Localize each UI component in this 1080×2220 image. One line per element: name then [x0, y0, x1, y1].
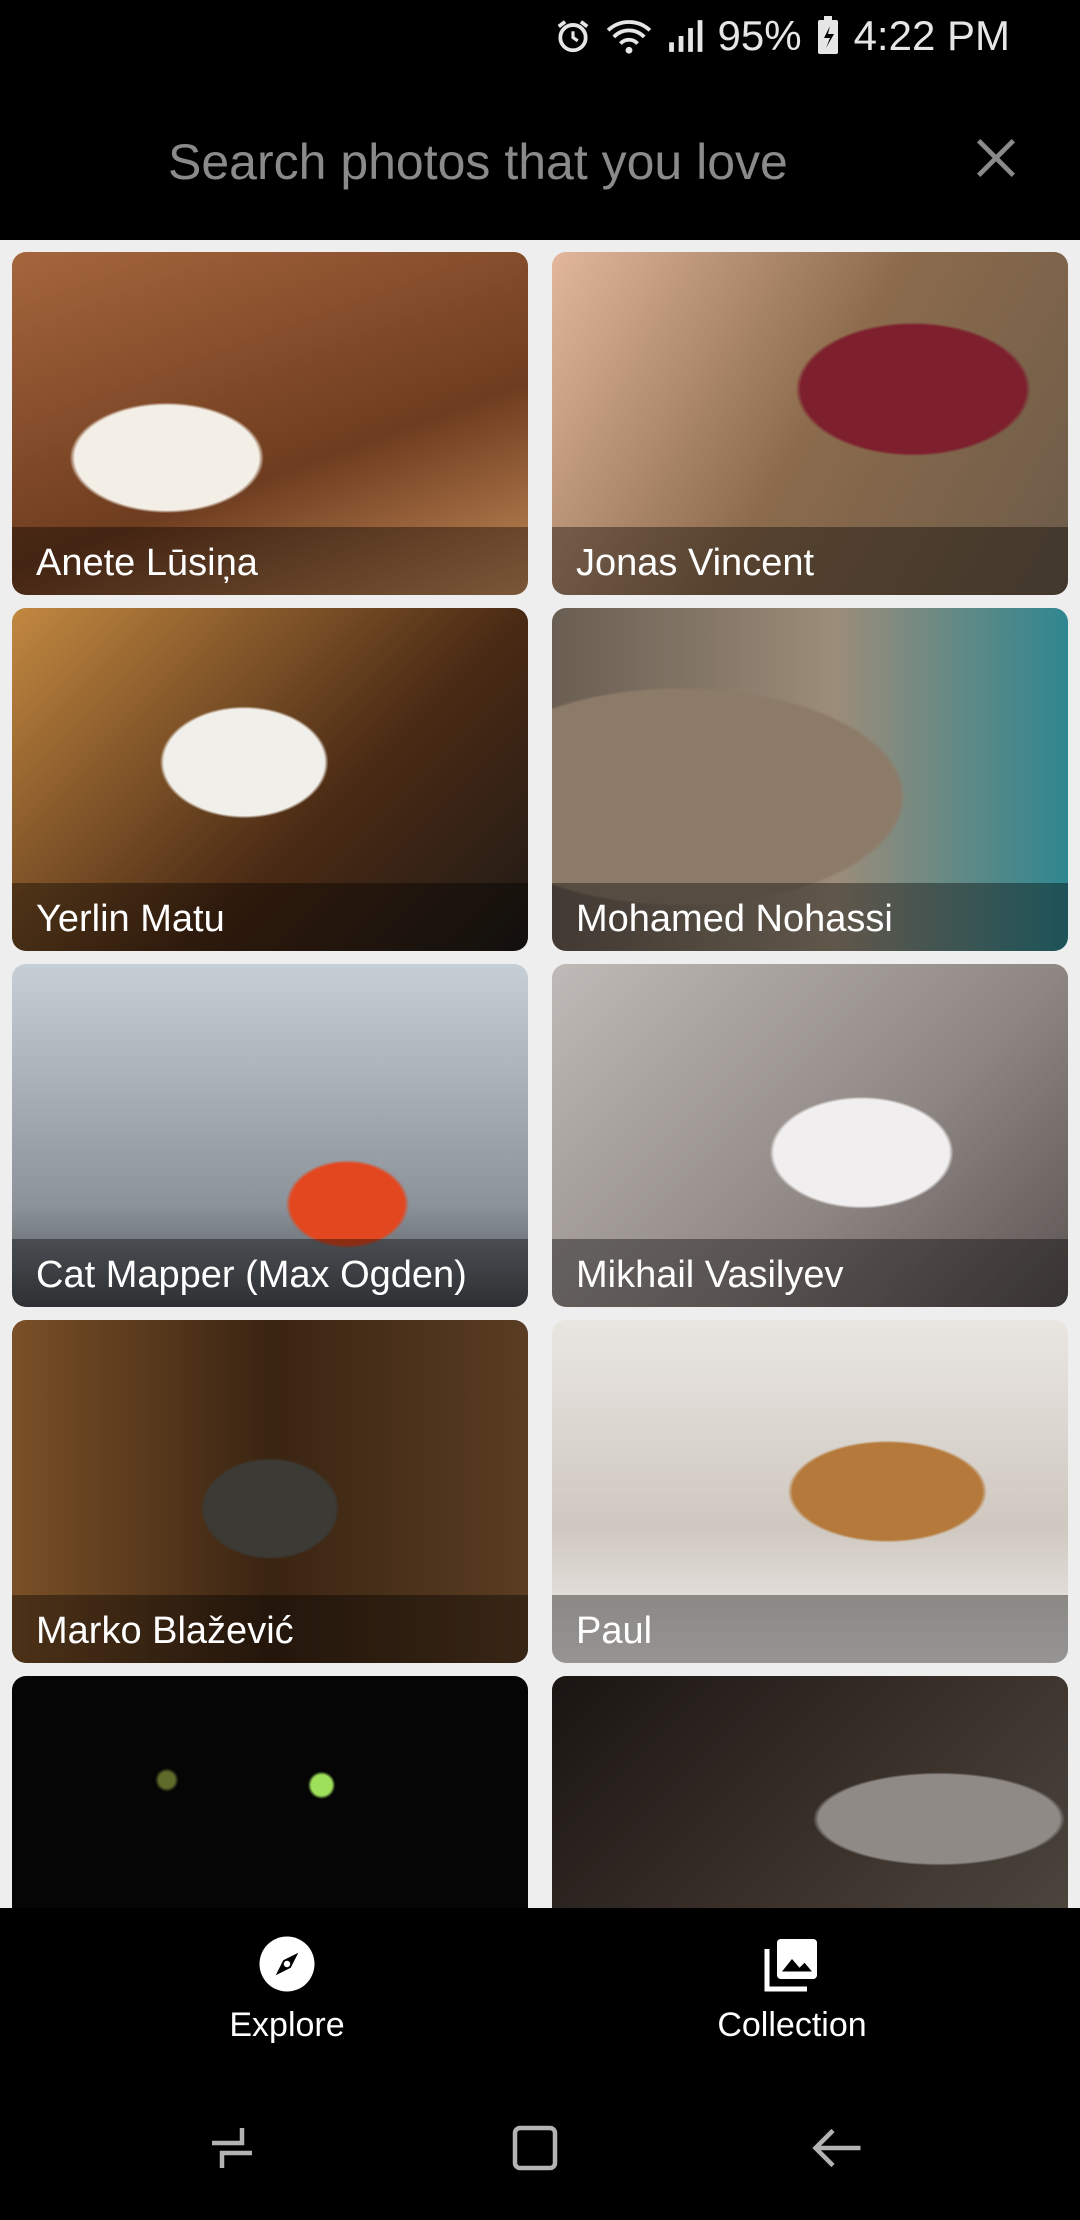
signal-icon [666, 17, 704, 55]
photo-caption: Marko Blažević [12, 1595, 528, 1663]
photo-author: Marko Blažević [36, 1610, 294, 1652]
photo-card[interactable]: Yerlin Matu [12, 608, 528, 951]
photo-card[interactable]: Mohamed Nohassi [552, 608, 1068, 951]
photo-card[interactable] [552, 1676, 1068, 1908]
photo-caption: Yerlin Matu [12, 883, 528, 951]
search-header [0, 72, 1080, 240]
photo-caption: Cat Mapper (Max Ogden) [12, 1239, 528, 1307]
photo-caption: Anete Lūsiņa [12, 527, 528, 595]
recents-icon[interactable] [202, 2118, 262, 2178]
bottom-nav: Explore Collection [0, 1908, 1080, 2073]
close-icon[interactable] [970, 132, 1022, 184]
wifi-icon [606, 17, 652, 55]
search-input[interactable] [168, 127, 928, 197]
photo-grid: Anete Lūsiņa Jonas Vincent Yerlin Matu M… [0, 240, 1080, 1908]
nav-explore[interactable]: Explore [137, 1934, 437, 2054]
photo-card[interactable]: Mikhail Vasilyev [552, 964, 1068, 1307]
photo-author: Mohamed Nohassi [576, 898, 893, 940]
photo-author: Cat Mapper (Max Ogden) [36, 1254, 467, 1296]
photo-author: Mikhail Vasilyev [576, 1254, 844, 1296]
photo-card[interactable]: Paul [552, 1320, 1068, 1663]
photo-card[interactable] [12, 1676, 528, 1908]
alarm-icon [554, 17, 592, 55]
photo-caption: Jonas Vincent [552, 527, 1068, 595]
home-icon[interactable] [505, 2118, 565, 2178]
status-bar: 95% 4:22 PM [0, 0, 1080, 72]
photo-author: Jonas Vincent [576, 542, 815, 584]
back-icon[interactable] [808, 2118, 868, 2178]
nav-explore-label: Explore [229, 2006, 345, 2044]
photo-author: Paul [576, 1610, 653, 1652]
compass-icon [257, 1934, 317, 1994]
nav-collection[interactable]: Collection [642, 1934, 942, 2054]
photo-caption: Paul [552, 1595, 1068, 1663]
nav-collection-label: Collection [717, 2006, 867, 2044]
photo-library-icon [762, 1934, 822, 1994]
photo-card[interactable]: Anete Lūsiņa [12, 252, 528, 595]
photo-card[interactable]: Jonas Vincent [552, 252, 1068, 595]
photo-author: Yerlin Matu [36, 898, 225, 940]
photo-card[interactable]: Marko Blažević [12, 1320, 528, 1663]
battery-charging-icon [816, 16, 840, 56]
battery-percent: 95% [717, 12, 802, 59]
photo-caption: Mohamed Nohassi [552, 883, 1068, 951]
photo-author: Anete Lūsiņa [36, 542, 258, 584]
system-nav [0, 2073, 1080, 2220]
clock: 4:22 PM [853, 12, 1010, 59]
photo-caption: Mikhail Vasilyev [552, 1239, 1068, 1307]
photo-card[interactable]: Cat Mapper (Max Ogden) [12, 964, 528, 1307]
status-icons: 95% 4:22 PM [554, 10, 1010, 62]
